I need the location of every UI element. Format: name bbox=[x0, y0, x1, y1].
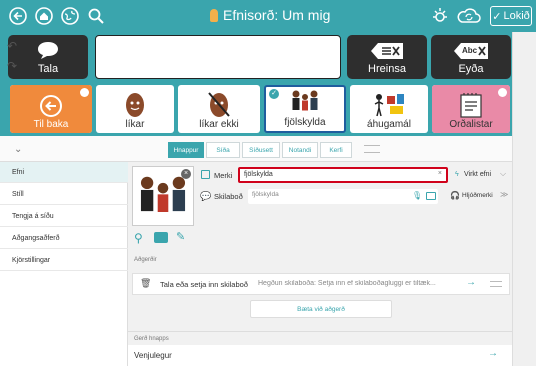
right-toolbar bbox=[512, 32, 536, 366]
button-type-value: Venjulegur bbox=[134, 351, 172, 360]
undo-icon[interactable]: ↶ bbox=[4, 38, 20, 54]
page-title: Efnisorð: Um mig bbox=[210, 7, 330, 23]
divider bbox=[128, 331, 512, 332]
active-content-label[interactable]: Virkt efni bbox=[464, 171, 491, 178]
message-field-label: Skilaboð bbox=[214, 192, 243, 201]
tab-notandi[interactable]: Notandi bbox=[282, 142, 318, 158]
message-input[interactable]: fjölskylda bbox=[248, 189, 438, 204]
tab-sidusett[interactable]: Síðusett bbox=[242, 142, 280, 158]
active-content-dropdown-icon[interactable]: ⌵ bbox=[500, 169, 506, 179]
edit-symbol-icon[interactable]: ✎ bbox=[176, 230, 185, 243]
back-circle-icon bbox=[40, 95, 62, 117]
tab-hnappur[interactable]: Hnappur bbox=[168, 142, 204, 158]
selected-check-icon: ✓ bbox=[269, 89, 279, 99]
folder-badge-icon bbox=[498, 88, 507, 97]
delete-word-icon: Abc bbox=[453, 42, 489, 60]
redo-icon[interactable]: ↷ bbox=[4, 58, 20, 74]
label-input[interactable]: fjölskylda × bbox=[238, 167, 448, 183]
sidebar-item-tengja[interactable]: Tengja á síðu bbox=[0, 206, 128, 227]
button-cell-likar-ekki[interactable]: líkar ekki bbox=[178, 85, 260, 133]
microphone-icon[interactable]: 🎙 bbox=[412, 191, 422, 200]
sound-dropdown-icon[interactable]: ≫ bbox=[500, 190, 508, 199]
sync-cloud-icon[interactable] bbox=[456, 6, 482, 26]
clear-field-icon[interactable]: × bbox=[438, 170, 442, 177]
speak-button[interactable]: Tala bbox=[8, 35, 88, 79]
button-cell-likar[interactable]: líkar bbox=[96, 85, 174, 133]
egg-no-icon bbox=[208, 92, 230, 117]
word-lists-button-cell[interactable]: Orðalistar bbox=[432, 85, 510, 133]
active-content-icon: ϟ bbox=[455, 171, 459, 178]
delete-action-icon[interactable]: 🗑 bbox=[140, 278, 151, 289]
label-field-label: Merki bbox=[214, 171, 233, 180]
button-type-row[interactable] bbox=[128, 345, 512, 366]
sidebar-item-kjorstillingar[interactable]: Kjörstillingar bbox=[0, 250, 128, 271]
delete-word-button[interactable]: Abc Eyða bbox=[431, 35, 511, 79]
button-cell-fjolskylda[interactable]: fjölskylda ✓ bbox=[264, 85, 346, 133]
actions-header: Aðgerðir bbox=[134, 257, 157, 263]
message-bubble-icon: 💬 bbox=[200, 191, 212, 201]
drag-handle-icon[interactable] bbox=[490, 281, 502, 287]
family-icon bbox=[292, 90, 318, 111]
record-clip-icon[interactable] bbox=[426, 192, 436, 200]
home-icon[interactable] bbox=[34, 6, 54, 26]
search-icon[interactable] bbox=[86, 6, 106, 26]
notepad-icon bbox=[460, 93, 482, 118]
sidebar-item-still[interactable]: Stíll bbox=[0, 184, 128, 205]
button-cell-ahugamal[interactable]: áhugamál bbox=[350, 85, 428, 133]
folder-badge-icon bbox=[80, 88, 89, 97]
topic-icon bbox=[210, 8, 218, 22]
done-button[interactable]: ✓ Lokið bbox=[490, 6, 532, 26]
camera-icon[interactable] bbox=[154, 232, 168, 243]
button-type-header: Gerð hnapps bbox=[134, 336, 169, 342]
clear-icon bbox=[371, 43, 403, 59]
globe-icon[interactable] bbox=[60, 6, 80, 26]
tab-kerfi[interactable]: Kerfi bbox=[320, 142, 352, 158]
brightness-icon[interactable] bbox=[430, 6, 450, 26]
remove-symbol-icon[interactable]: × bbox=[181, 169, 191, 179]
collapse-chevron-icon[interactable]: ⌄ bbox=[14, 144, 22, 155]
check-icon: ✓ bbox=[492, 10, 502, 23]
tab-overflow-icon[interactable] bbox=[364, 145, 380, 153]
symbol-search-icon[interactable]: ⚲ bbox=[134, 231, 143, 245]
headphones-icon: 🎧 bbox=[450, 191, 460, 200]
sidebar-item-efni[interactable]: Efni bbox=[0, 162, 128, 183]
action-arrow-icon[interactable]: → bbox=[466, 277, 476, 288]
label-icon bbox=[201, 170, 210, 179]
sound-label[interactable]: Hljóðmerki bbox=[462, 192, 493, 199]
back-button-cell[interactable]: Til baka bbox=[10, 85, 92, 133]
action-description: Hegðun skilaboða: Setja inn ef skilaboða… bbox=[258, 280, 436, 287]
speech-bubble-icon bbox=[38, 42, 58, 59]
sidebar-item-adgangsadferd[interactable]: Aðgangsaðferð bbox=[0, 228, 128, 249]
egg-face-icon bbox=[126, 93, 144, 117]
button-type-arrow-icon[interactable]: → bbox=[488, 348, 498, 359]
tab-sida[interactable]: Síða bbox=[206, 142, 240, 158]
message-window[interactable] bbox=[95, 35, 341, 79]
clear-button[interactable]: Hreinsa bbox=[347, 35, 427, 79]
add-action-button[interactable]: Bæta við aðgerð bbox=[250, 300, 392, 318]
action-title: Tala eða setja inn skilaboð bbox=[160, 280, 248, 289]
symbol-preview[interactable]: × bbox=[132, 166, 194, 226]
back-arrow-icon[interactable] bbox=[8, 6, 28, 26]
hobbies-icon bbox=[374, 94, 404, 117]
